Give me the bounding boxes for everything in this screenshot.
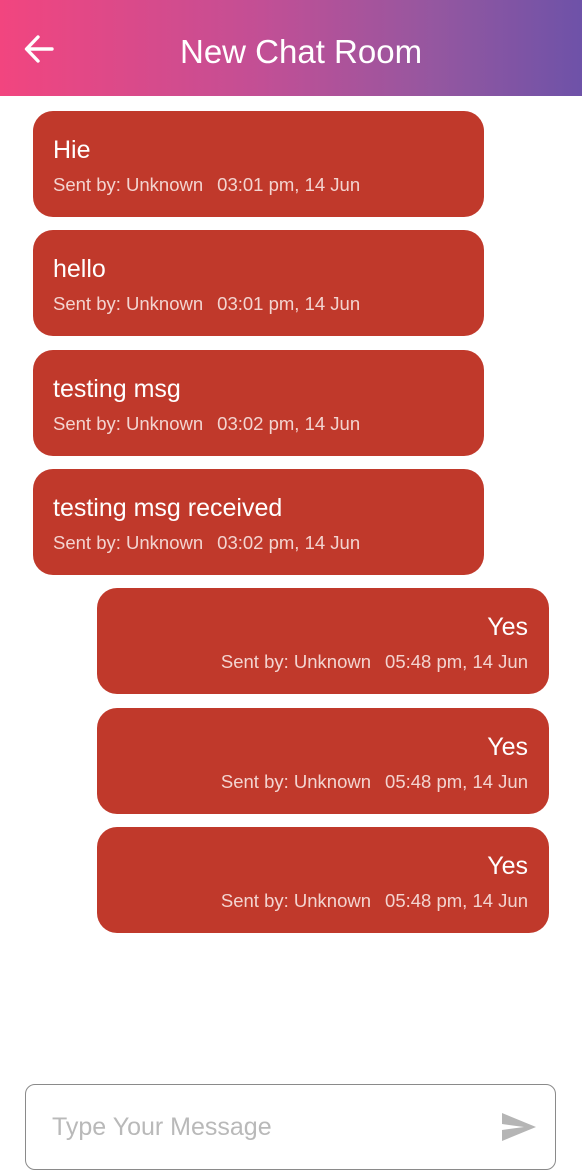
message-meta: Sent by: Unknown 03:02 pm, 14 Jun [53, 532, 360, 554]
message-composer [25, 1084, 556, 1170]
app-bar: New Chat Room [0, 0, 582, 96]
message-meta: Sent by: Unknown 05:48 pm, 14 Jun [221, 890, 528, 912]
message-sender: Sent by: Unknown [53, 413, 204, 434]
back-button[interactable] [22, 32, 56, 66]
page-title: New Chat Room [180, 33, 423, 70]
message-time: 03:01 pm, 14 Jun [217, 174, 361, 195]
message-bubble: hello Sent by: Unknown 03:01 pm, 14 Jun [33, 230, 484, 336]
message-meta: Sent by: Unknown 03:01 pm, 14 Jun [53, 293, 360, 315]
send-button[interactable] [500, 1109, 538, 1145]
message-time: 05:48 pm, 14 Jun [385, 651, 528, 672]
send-icon [502, 1113, 536, 1141]
message-meta: Sent by: Unknown 05:48 pm, 14 Jun [221, 771, 528, 793]
message-sender: Sent by: Unknown [53, 174, 204, 195]
message-bubble: Yes Sent by: Unknown 05:48 pm, 14 Jun [97, 708, 549, 814]
message-time: 03:02 pm, 14 Jun [217, 413, 361, 434]
message-bubble: testing msg received Sent by: Unknown 03:… [33, 469, 484, 575]
message-bubble: Yes Sent by: Unknown 05:48 pm, 14 Jun [97, 588, 549, 694]
message-sender: Sent by: Unknown [53, 532, 204, 553]
message-text: Yes [487, 613, 528, 641]
message-text: Hie [53, 136, 91, 164]
message-input[interactable] [52, 1109, 472, 1145]
message-sender: Sent by: Unknown [220, 651, 372, 672]
message-text: testing msg [53, 375, 181, 403]
message-meta: Sent by: Unknown 05:48 pm, 14 Jun [221, 651, 528, 673]
message-sender: Sent by: Unknown [220, 771, 372, 792]
message-text: testing msg received [53, 494, 283, 522]
message-time: 05:48 pm, 14 Jun [385, 890, 528, 911]
message-bubble: Yes Sent by: Unknown 05:48 pm, 14 Jun [97, 827, 549, 933]
message-bubble: Hie Sent by: Unknown 03:01 pm, 14 Jun [33, 111, 484, 217]
message-bubble: testing msg Sent by: Unknown 03:02 pm, 14… [33, 350, 484, 456]
message-meta: Sent by: Unknown 03:01 pm, 14 Jun [53, 174, 360, 196]
message-time: 03:02 pm, 14 Jun [217, 532, 361, 553]
message-sender: Sent by: Unknown [220, 890, 372, 911]
message-text: Yes [487, 733, 528, 761]
message-sender: Sent by: Unknown [53, 293, 204, 314]
message-list[interactable]: Hie Sent by: Unknown 03:01 pm, 14 Jun hel… [0, 96, 582, 1066]
message-time: 05:48 pm, 14 Jun [385, 771, 528, 792]
message-time: 03:01 pm, 14 Jun [217, 293, 361, 314]
message-text: Yes [487, 852, 528, 880]
arrow-left-icon [24, 35, 54, 63]
message-text: hello [53, 255, 106, 283]
message-meta: Sent by: Unknown 03:02 pm, 14 Jun [53, 413, 360, 435]
